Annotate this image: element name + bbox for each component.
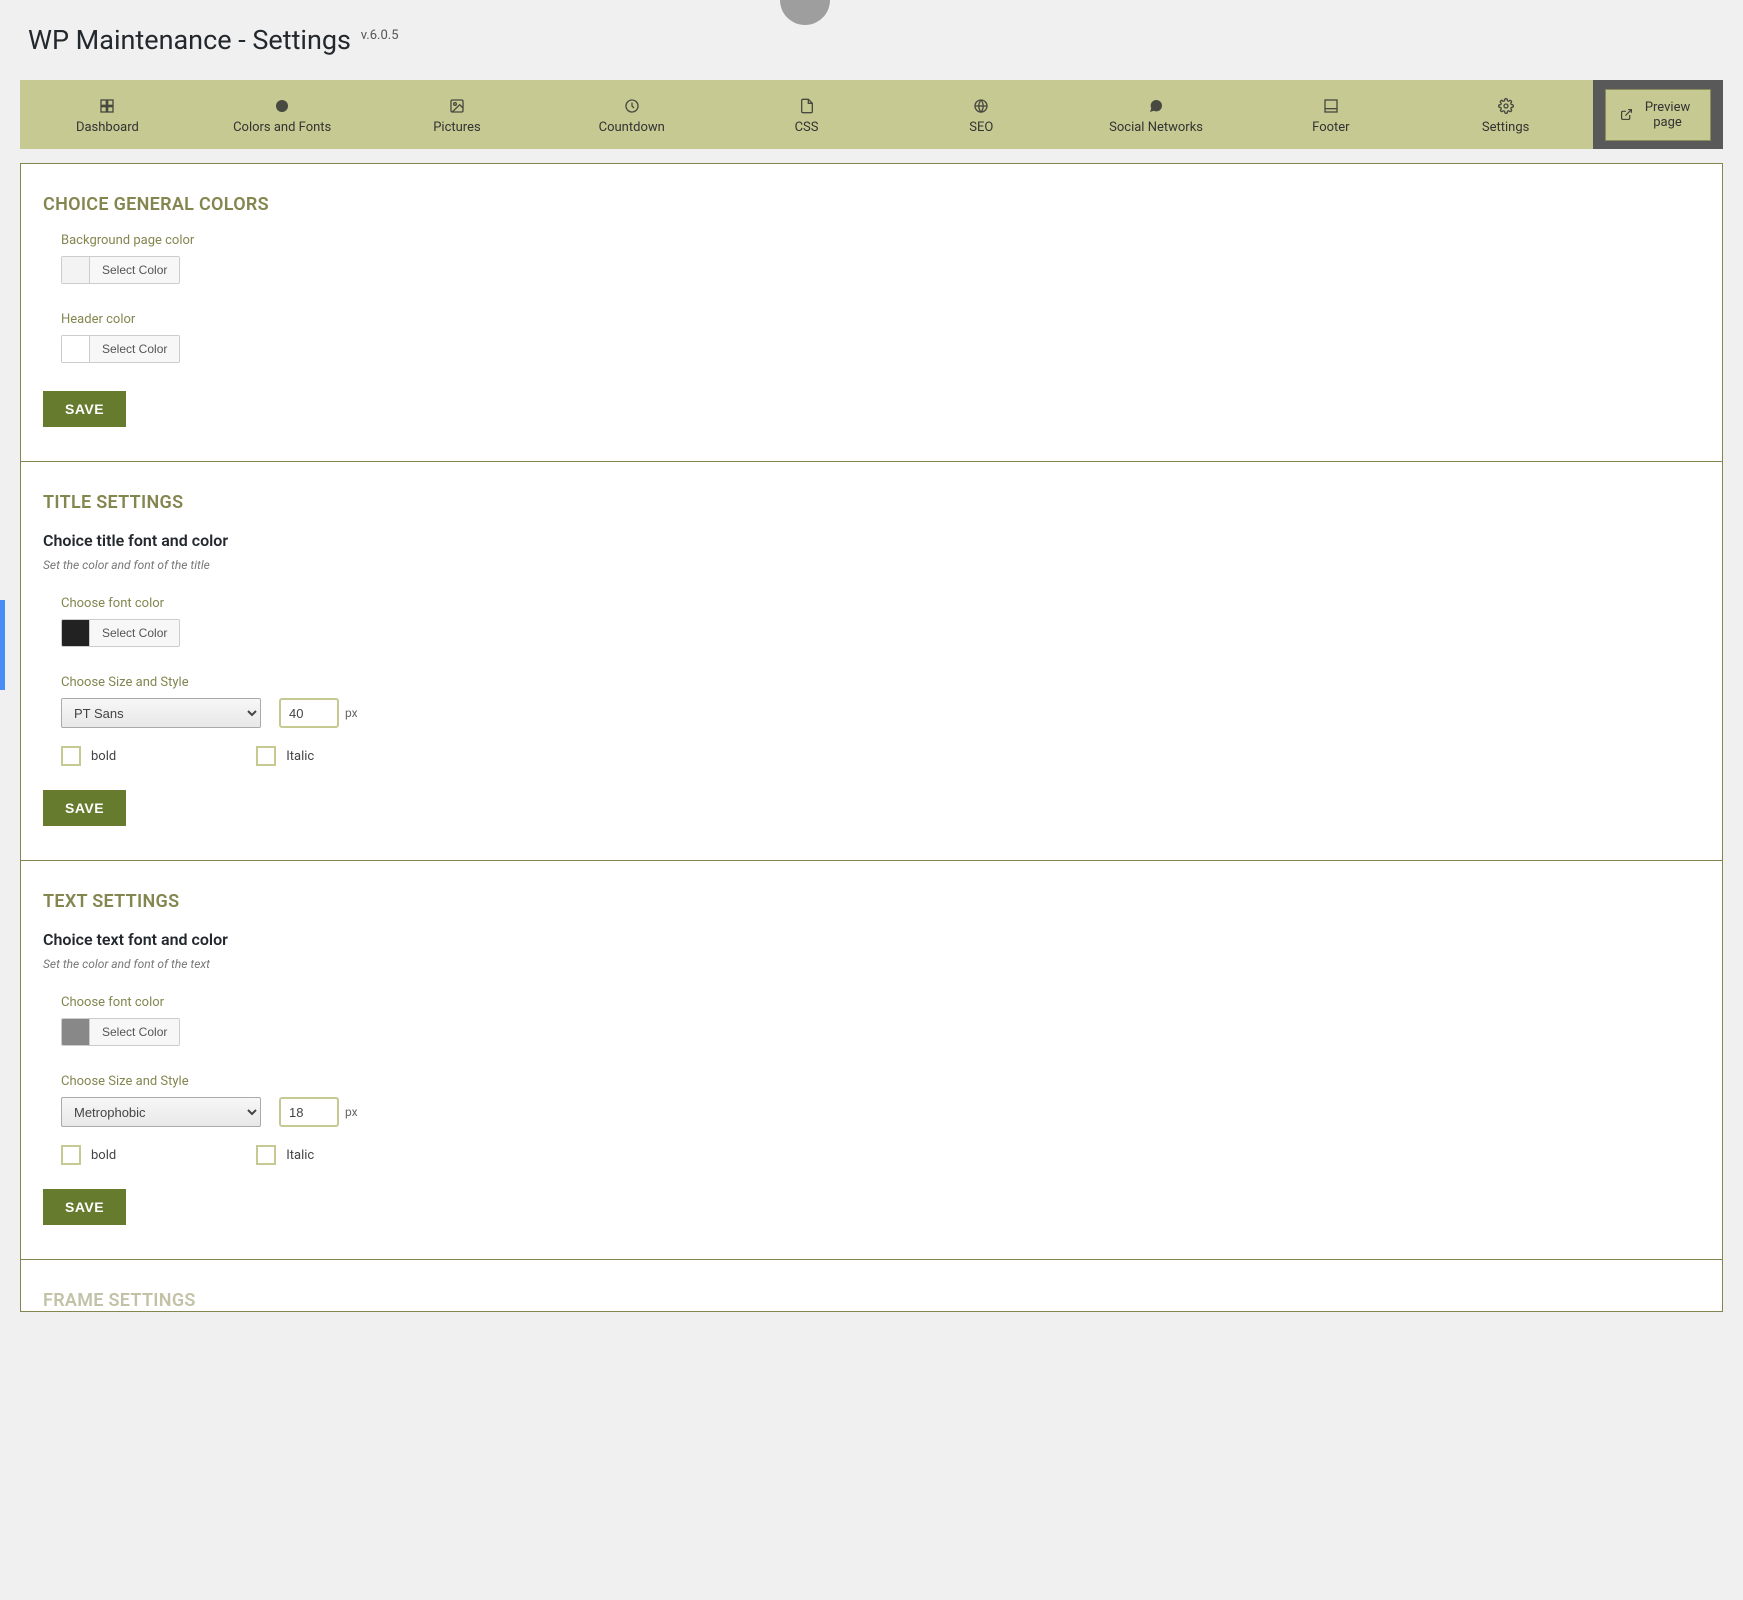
tab-seo[interactable]: SEO <box>894 80 1069 149</box>
italic-checkbox-wrap[interactable]: Italic <box>256 1145 314 1165</box>
preview-label: Preview page <box>1639 100 1696 130</box>
tab-bar: Dashboard Colors and Fonts Pictures Coun… <box>20 80 1723 149</box>
tab-label: Colors and Fonts <box>203 120 362 135</box>
bold-checkbox[interactable] <box>61 746 81 766</box>
select-color-button[interactable]: Select Color <box>90 1019 179 1045</box>
image-icon <box>449 98 465 114</box>
select-color-button[interactable]: Select Color <box>90 336 179 362</box>
font-color-label: Choose font color <box>61 596 1700 611</box>
globe-icon <box>973 98 989 114</box>
italic-checkbox-wrap[interactable]: Italic <box>256 746 314 766</box>
subheading: Choice text font and color <box>43 930 1700 949</box>
bold-label: bold <box>91 1148 116 1163</box>
subheading: Choice title font and color <box>43 531 1700 550</box>
panel-heading: TEXT SETTINGS <box>43 891 1700 912</box>
clock-icon <box>624 98 640 114</box>
dashboard-icon <box>99 98 115 114</box>
text-color-swatch <box>62 1019 90 1046</box>
italic-label: Italic <box>286 1148 314 1163</box>
preview-tab[interactable]: Preview page <box>1593 80 1723 149</box>
page-title: WP Maintenance - Settings v.6.0.5 <box>28 24 1715 56</box>
tab-label: SEO <box>902 120 1061 135</box>
version-text: v.6.0.5 <box>361 28 399 43</box>
tab-label: Footer <box>1251 120 1410 135</box>
file-icon <box>799 98 815 114</box>
tab-css[interactable]: CSS <box>719 80 894 149</box>
tab-label: Dashboard <box>28 120 187 135</box>
tab-pictures[interactable]: Pictures <box>370 80 545 149</box>
footer-icon <box>1323 98 1339 114</box>
italic-label: Italic <box>286 749 314 764</box>
bold-checkbox-wrap[interactable]: bold <box>61 746 116 766</box>
bold-checkbox-wrap[interactable]: bold <box>61 1145 116 1165</box>
tab-settings[interactable]: Settings <box>1418 80 1593 149</box>
title-size-input[interactable] <box>279 698 339 728</box>
palette-icon <box>274 98 290 114</box>
title-font-color-picker[interactable]: Select Color <box>61 619 180 647</box>
tab-footer[interactable]: Footer <box>1243 80 1418 149</box>
header-color-label: Header color <box>61 312 1700 327</box>
bg-color-label: Background page color <box>61 233 1700 248</box>
page-header: WP Maintenance - Settings v.6.0.5 <box>0 0 1743 80</box>
page-title-text: WP Maintenance - Settings <box>28 24 351 56</box>
save-button[interactable]: SAVE <box>43 1189 126 1225</box>
panel-heading: CHOICE GENERAL COLORS <box>43 194 1700 215</box>
text-font-color-picker[interactable]: Select Color <box>61 1018 180 1046</box>
text-font-select[interactable]: Metrophobic <box>61 1097 261 1127</box>
tab-dashboard[interactable]: Dashboard <box>20 80 195 149</box>
size-style-label: Choose Size and Style <box>61 675 1700 690</box>
panel-heading: TITLE SETTINGS <box>43 492 1700 513</box>
panel-text-settings: TEXT SETTINGS Choice text font and color… <box>20 861 1723 1260</box>
external-link-icon <box>1620 108 1633 121</box>
title-color-swatch <box>62 620 90 647</box>
panel-general-colors: CHOICE GENERAL COLORS Background page co… <box>20 163 1723 462</box>
chat-icon <box>1148 98 1164 114</box>
title-font-select[interactable]: PT Sans <box>61 698 261 728</box>
tab-label: Countdown <box>552 120 711 135</box>
px-label: px <box>345 1105 358 1119</box>
gear-icon <box>1498 98 1514 114</box>
size-style-label: Choose Size and Style <box>61 1074 1700 1089</box>
bg-color-swatch <box>62 257 90 284</box>
tab-label: Social Networks <box>1077 120 1236 135</box>
tab-label: Settings <box>1426 120 1585 135</box>
panel-frame-settings: FRAME SETTINGS <box>20 1260 1723 1312</box>
side-handle <box>0 600 5 690</box>
font-color-label: Choose font color <box>61 995 1700 1010</box>
tab-colors-fonts[interactable]: Colors and Fonts <box>195 80 370 149</box>
description: Set the color and font of the text <box>43 957 1700 971</box>
tab-countdown[interactable]: Countdown <box>544 80 719 149</box>
description: Set the color and font of the title <box>43 558 1700 572</box>
bold-checkbox[interactable] <box>61 1145 81 1165</box>
italic-checkbox[interactable] <box>256 1145 276 1165</box>
bold-label: bold <box>91 749 116 764</box>
select-color-button[interactable]: Select Color <box>90 620 179 646</box>
text-size-input[interactable] <box>279 1097 339 1127</box>
italic-checkbox[interactable] <box>256 746 276 766</box>
header-color-swatch <box>62 336 90 363</box>
px-label: px <box>345 706 358 720</box>
bg-color-picker[interactable]: Select Color <box>61 256 180 284</box>
panel-heading: FRAME SETTINGS <box>43 1290 1700 1311</box>
panel-title-settings: TITLE SETTINGS Choice title font and col… <box>20 462 1723 861</box>
tab-label: CSS <box>727 120 886 135</box>
save-button[interactable]: SAVE <box>43 391 126 427</box>
header-color-picker[interactable]: Select Color <box>61 335 180 363</box>
tab-label: Pictures <box>378 120 537 135</box>
select-color-button[interactable]: Select Color <box>90 257 179 283</box>
tab-social[interactable]: Social Networks <box>1069 80 1244 149</box>
save-button[interactable]: SAVE <box>43 790 126 826</box>
